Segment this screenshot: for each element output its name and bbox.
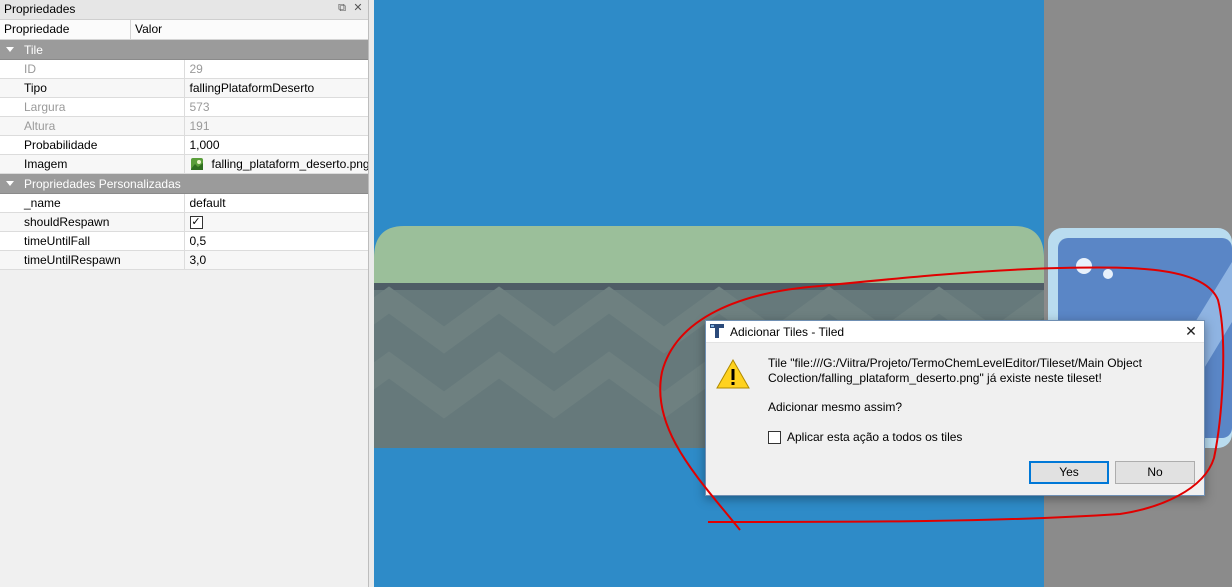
panel-title: Propriedades: [4, 2, 76, 16]
properties-panel: Propriedades ⧉ ✕ Propriedade Valor Tile …: [0, 0, 369, 587]
prop-key: Largura: [0, 97, 185, 117]
platform-edge: [374, 283, 1044, 290]
prop-key: Imagem: [0, 154, 185, 174]
column-value[interactable]: Valor: [135, 20, 162, 39]
prop-value[interactable]: fallingPlataformDeserto: [184, 78, 368, 98]
prop-key: Tipo: [0, 78, 185, 98]
message-line-1: Tile "file:///G:/Viitra/Projeto/TermoChe…: [768, 356, 1142, 370]
table-row[interactable]: timeUntilRespawn 3,0: [0, 250, 368, 270]
prop-value[interactable]: 1,000: [184, 135, 368, 155]
apply-to-all-label[interactable]: Aplicar esta ação a todos os tiles: [787, 430, 962, 444]
table-row[interactable]: Probabilidade 1,000: [0, 135, 368, 155]
prop-value: falling_plataform_deserto.png: [211, 156, 369, 171]
prop-value[interactable]: 3,0: [184, 250, 368, 270]
tiled-app-icon: [710, 324, 724, 338]
add-tiles-dialog: Adicionar Tiles - Tiled ✕ Tile "file:///…: [705, 320, 1205, 496]
platform-top-shape: [374, 226, 1044, 283]
table-row[interactable]: Imagem falling_plataform_deserto.png: [0, 154, 369, 174]
column-property[interactable]: Propriedade: [4, 20, 69, 39]
apply-to-all-checkbox[interactable]: [768, 430, 781, 444]
dialog-titlebar[interactable]: Adicionar Tiles - Tiled ✕: [706, 321, 1204, 343]
group-tile[interactable]: Tile: [0, 40, 368, 60]
tile-canvas[interactable]: [374, 0, 1232, 587]
collapse-triangle-icon[interactable]: [6, 47, 14, 53]
table-row[interactable]: Largura 573: [0, 97, 368, 117]
prop-key: _name: [0, 193, 185, 213]
prop-key: Altura: [0, 116, 185, 136]
column-header: Propriedade Valor: [0, 20, 368, 40]
table-row[interactable]: _name default: [0, 193, 368, 213]
message-line-2: Colection/falling_plataform_deserto.png"…: [768, 371, 1102, 385]
table-row[interactable]: ID 29: [0, 59, 368, 79]
properties-table: Tile ID 29 Tipo fallingPlataformDeserto …: [0, 40, 368, 270]
close-icon[interactable]: ✕: [1182, 323, 1200, 339]
table-row[interactable]: Altura 191: [0, 116, 368, 136]
table-row[interactable]: timeUntilFall 0,5: [0, 231, 368, 251]
no-button[interactable]: No: [1115, 461, 1195, 484]
prop-key: timeUntilFall: [0, 231, 185, 251]
prop-key: shouldRespawn: [0, 212, 185, 232]
dialog-message: Tile "file:///G:/Viitra/Projeto/TermoChe…: [768, 356, 1188, 386]
should-respawn-checkbox[interactable]: ✓: [189, 216, 203, 230]
dialog-title: Adicionar Tiles - Tiled: [730, 325, 845, 339]
prop-key: Probabilidade: [0, 135, 185, 155]
group-custom-label: Propriedades Personalizadas: [24, 176, 181, 191]
image-file-icon: [190, 158, 203, 171]
float-panel-icon[interactable]: ⧉: [336, 2, 348, 14]
yes-button[interactable]: Yes: [1029, 461, 1109, 484]
collapse-triangle-icon[interactable]: [6, 181, 14, 187]
prop-value[interactable]: default: [184, 193, 368, 213]
group-tile-label: Tile: [24, 42, 43, 57]
image-value-cell[interactable]: falling_plataform_deserto.png: [184, 154, 369, 174]
prop-value[interactable]: 0,5: [184, 231, 368, 251]
table-row[interactable]: shouldRespawn ✓: [0, 212, 368, 232]
warning-icon: [716, 359, 750, 389]
table-row[interactable]: Tipo fallingPlataformDeserto: [0, 78, 368, 98]
dialog-question: Adicionar mesmo assim?: [768, 400, 903, 414]
prop-value: 191: [184, 116, 368, 136]
prop-value: 29: [184, 59, 368, 79]
close-panel-icon[interactable]: ✕: [352, 2, 364, 14]
group-custom-properties[interactable]: Propriedades Personalizadas: [0, 173, 368, 194]
prop-key: timeUntilRespawn: [0, 250, 185, 270]
apply-to-all-option[interactable]: Aplicar esta ação a todos os tiles: [768, 430, 962, 444]
prop-key: ID: [0, 59, 185, 79]
panel-titlebar: Propriedades ⧉ ✕: [0, 0, 368, 20]
prop-value: 573: [184, 97, 368, 117]
